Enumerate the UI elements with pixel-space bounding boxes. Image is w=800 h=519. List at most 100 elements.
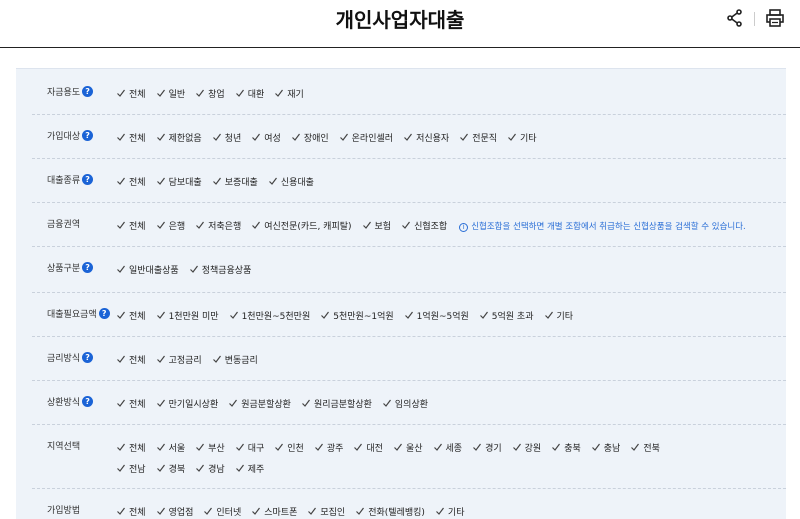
filter-checkbox[interactable]: 신용대출 [268, 175, 314, 188]
check-icon [291, 132, 301, 142]
filter-checkbox[interactable]: 대환 [235, 87, 264, 100]
help-icon[interactable]: ? [82, 86, 94, 97]
filter-checkbox[interactable]: 세종 [433, 441, 462, 454]
filter-checkbox[interactable]: 전체 [116, 175, 146, 188]
check-icon [630, 442, 640, 452]
filter-checkbox[interactable]: 저신용자 [403, 131, 449, 144]
filter-checkbox[interactable]: 전체 [116, 131, 146, 144]
filter-checkbox[interactable]: 전문직 [459, 131, 497, 144]
help-icon[interactable]: ? [82, 352, 94, 363]
check-icon [195, 220, 205, 230]
filter-checkbox[interactable]: 전체 [116, 505, 146, 518]
check-icon [203, 506, 213, 516]
filter-checkbox[interactable]: 1천만원 미만 [156, 309, 219, 322]
filter-checkbox[interactable]: 제주 [235, 462, 264, 475]
filter-checkbox[interactable]: 강원 [512, 441, 541, 454]
filter-checkbox[interactable]: 5억원 초과 [479, 309, 534, 322]
filter-checkbox[interactable]: 기타 [507, 131, 537, 144]
filter-checkbox[interactable]: 전체 [116, 353, 146, 366]
filter-checkbox[interactable]: 전체 [116, 87, 146, 100]
filter-checkbox[interactable]: 일반 [156, 87, 185, 100]
filter-row: 자금용도? 전체 일반 창업 대환 재기 [32, 71, 786, 115]
check-icon [401, 220, 411, 230]
filter-panel: 자금용도? 전체 일반 창업 대환 재기 가입대상? 전체 제한없음 청년 여성 장애인 온라인셀러 저신… [16, 68, 786, 519]
filter-checkbox[interactable]: 전남 [116, 462, 146, 475]
filter-checkbox[interactable]: 여신전문(카드, 캐피탈) [251, 219, 352, 232]
filter-checkbox[interactable]: 스마트폰 [251, 505, 297, 518]
filter-checkbox[interactable]: 정책금융상품 [189, 263, 251, 276]
help-icon[interactable]: ? [82, 396, 94, 407]
check-icon [195, 442, 205, 452]
filter-checkbox[interactable]: 전화(텔레뱅킹) [355, 505, 425, 518]
filter-checkbox[interactable]: 고정금리 [156, 353, 202, 366]
help-icon[interactable]: ? [82, 174, 94, 185]
filter-checkbox[interactable]: 변동금리 [212, 353, 258, 366]
checkbox-label: 서울 [168, 444, 186, 454]
filter-checkbox[interactable]: 전체 [116, 441, 146, 454]
filter-checkbox[interactable]: 경남 [195, 462, 225, 475]
filter-checkbox[interactable]: 1억원~5억원 [404, 309, 469, 322]
filter-checkbox[interactable]: 임의상환 [382, 397, 428, 410]
filter-checkbox[interactable]: 만기일시상환 [156, 397, 218, 410]
filter-checkbox[interactable]: 인터넷 [203, 505, 241, 518]
checkbox-label: 재기 [287, 90, 304, 100]
help-icon[interactable]: ? [82, 130, 94, 141]
filter-options: 전체 은행 저축은행 여신전문(카드, 캐피탈) 보험 신협조합 i 신협조합을 선택하면 개… [116, 219, 786, 232]
checkbox-label: 기타 [556, 312, 574, 322]
filter-checkbox[interactable]: 충남 [591, 441, 620, 454]
help-icon[interactable]: ? [98, 308, 110, 319]
filter-row: 상품구분? 일반대출상품 정책금융상품 [32, 247, 786, 293]
filter-checkbox[interactable]: 서울 [156, 441, 186, 454]
filter-checkbox[interactable]: 인천 [274, 441, 304, 454]
filter-options-line2: 전남 경북 경남 제주 [116, 462, 786, 475]
filter-checkbox[interactable]: 일반대출상품 [116, 263, 179, 276]
filter-checkbox[interactable]: 영업점 [156, 505, 194, 518]
filter-checkbox[interactable]: 여성 [251, 131, 281, 144]
filter-checkbox[interactable]: 1천만원~5천만원 [229, 309, 310, 322]
help-icon[interactable]: ? [82, 262, 94, 273]
check-icon [116, 506, 126, 516]
filter-checkbox[interactable]: 경북 [156, 462, 185, 475]
check-icon [251, 506, 261, 516]
check-icon [189, 264, 199, 274]
check-icon [472, 442, 482, 452]
filter-checkbox[interactable]: 온라인셀러 [339, 131, 393, 144]
checkbox-label: 여성 [264, 134, 281, 144]
filter-checkbox[interactable]: 모집인 [307, 505, 345, 518]
filter-row: 가입방법 전체 영업점 인터넷 스마트폰 모집인 전화(텔레뱅킹) 기타 [32, 489, 786, 519]
filter-checkbox[interactable]: 울산 [393, 441, 423, 454]
filter-checkbox[interactable]: 5천만원~1억원 [320, 309, 394, 322]
filter-checkbox[interactable]: 전북 [630, 441, 660, 454]
filter-checkbox[interactable]: 청년 [212, 131, 241, 144]
filter-label-text: 대출필요금액 [47, 310, 97, 320]
checkbox-label: 영업점 [168, 508, 194, 518]
filter-checkbox[interactable]: 은행 [156, 219, 185, 232]
filter-checkbox[interactable]: 제한없음 [156, 131, 202, 144]
filter-checkbox[interactable]: 보험 [362, 219, 391, 232]
share-icon[interactable] [725, 8, 745, 28]
filter-checkbox[interactable]: 대구 [235, 441, 264, 454]
filter-checkbox[interactable]: 원금분할상환 [228, 397, 291, 410]
filter-checkbox[interactable]: 저축은행 [195, 219, 241, 232]
filter-checkbox[interactable]: 대전 [353, 441, 383, 454]
filter-checkbox[interactable]: 원리금분할상환 [301, 397, 372, 410]
filter-checkbox[interactable]: 신협조합 [401, 219, 447, 232]
filter-checkbox[interactable]: 기타 [544, 309, 574, 322]
filter-checkbox[interactable]: 보증대출 [212, 175, 258, 188]
filter-checkbox[interactable]: 부산 [195, 441, 225, 454]
filter-checkbox[interactable]: 전체 [116, 309, 146, 322]
filter-checkbox[interactable]: 광주 [314, 441, 343, 454]
filter-checkbox[interactable]: 전체 [116, 397, 146, 410]
filter-checkbox[interactable]: 담보대출 [156, 175, 202, 188]
check-icon [355, 506, 365, 516]
filter-checkbox[interactable]: 장애인 [291, 131, 329, 144]
filter-checkbox[interactable]: 전체 [116, 219, 146, 232]
filter-checkbox[interactable]: 충북 [551, 441, 581, 454]
print-icon[interactable] [765, 8, 785, 28]
checkbox-label: 경기 [485, 444, 502, 454]
filter-checkbox[interactable]: 재기 [274, 87, 304, 100]
filter-checkbox[interactable]: 창업 [195, 87, 225, 100]
check-icon [507, 132, 517, 142]
filter-checkbox[interactable]: 기타 [435, 505, 464, 518]
filter-checkbox[interactable]: 경기 [472, 441, 502, 454]
